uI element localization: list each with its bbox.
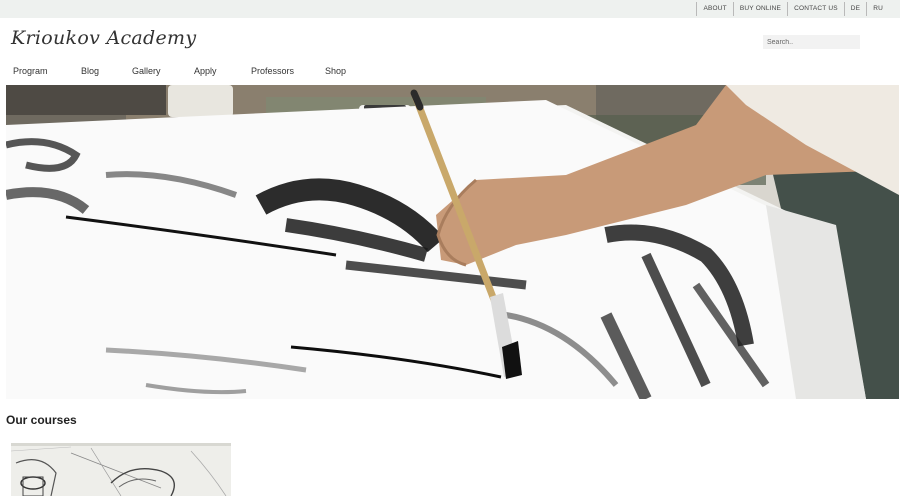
nav-item-professors[interactable]: Professors: [251, 63, 294, 79]
search-input[interactable]: [763, 35, 860, 49]
top-utility-bar: ABOUT BUY ONLINE CONTACT US DE RU: [0, 0, 900, 18]
topbar-link-ru[interactable]: RU: [866, 2, 889, 16]
nav-item-gallery[interactable]: Gallery: [132, 63, 161, 79]
site-logo[interactable]: Krioukov Academy: [11, 27, 196, 49]
topbar-links: ABOUT BUY ONLINE CONTACT US DE RU: [696, 2, 889, 16]
hero-image: [6, 85, 899, 399]
nav-item-shop[interactable]: Shop: [325, 63, 346, 79]
nav-item-apply[interactable]: Apply: [194, 63, 217, 79]
topbar-link-about[interactable]: ABOUT: [696, 2, 732, 16]
nav-item-blog[interactable]: Blog: [81, 63, 99, 79]
nav-item-program[interactable]: Program: [13, 63, 48, 79]
course-card-image[interactable]: [11, 443, 231, 496]
courses-section-title: Our courses: [6, 413, 77, 427]
topbar-link-buy-online[interactable]: BUY ONLINE: [732, 2, 787, 16]
topbar-link-contact-us[interactable]: CONTACT US: [787, 2, 844, 16]
topbar-link-de[interactable]: DE: [843, 2, 866, 16]
